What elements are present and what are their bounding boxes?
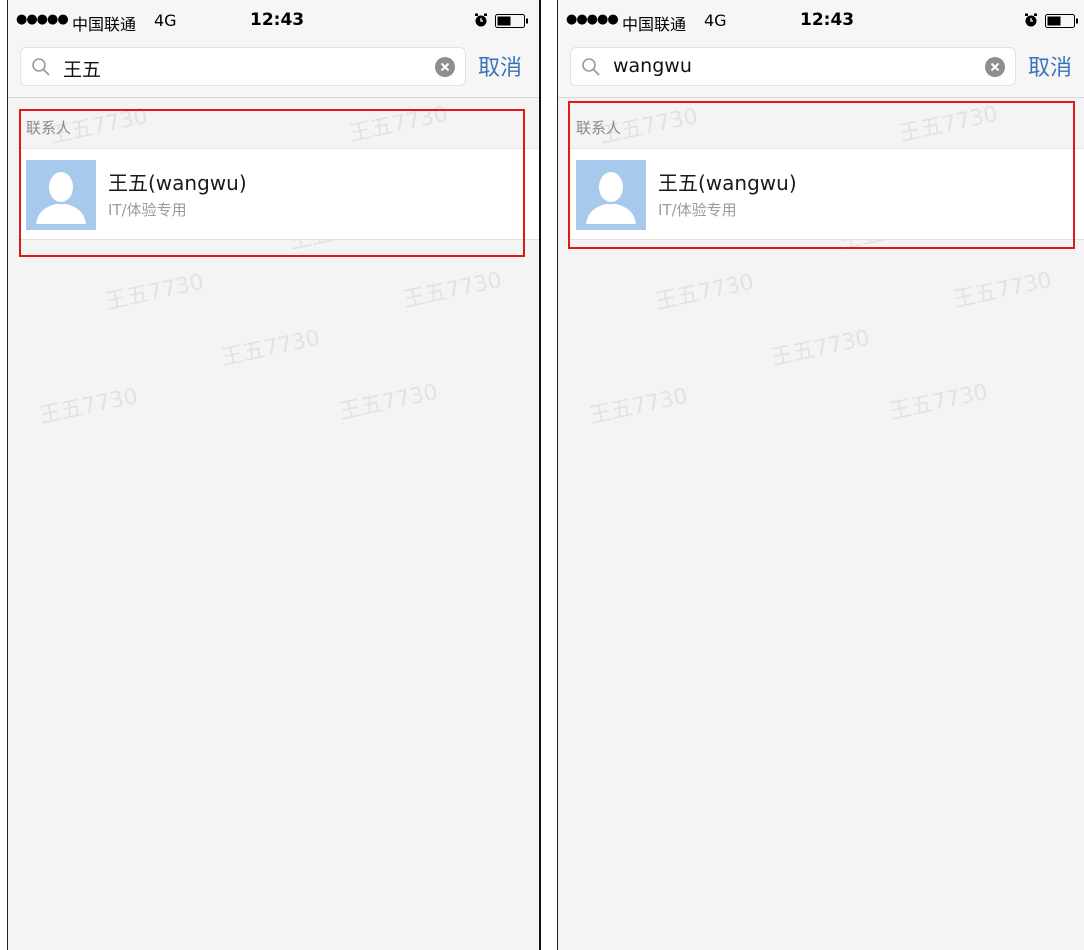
battery-icon [1045,14,1078,28]
network-type: 4G [154,11,177,30]
cancel-button[interactable]: 取消 [1028,50,1072,82]
watermark: 王五7730 [653,269,757,316]
contact-name: 王五(wangwu) [108,171,247,195]
search-input[interactable]: 王五 [20,47,466,86]
alarm-icon [1025,13,1037,27]
alarm-icon [475,13,487,27]
contact-department: IT/体验专用 [658,201,737,219]
watermark: 王五7730 [587,383,691,430]
contact-result-item[interactable]: 王五(wangwu) IT/体验专用 [568,148,1084,240]
contact-name: 王五(wangwu) [658,171,797,195]
avatar [26,160,96,230]
phone-screen-left: 王五7730 王五7730 王五7730 王五7730 王五7730 王五773… [7,0,541,950]
status-time: 12:43 [250,10,305,30]
header: ●●●●● 中国联通 4G 12:43 王五 取消 [8,0,539,98]
search-input[interactable]: wangwu [570,47,1016,86]
contact-result-item[interactable]: 王五(wangwu) IT/体验专用 [18,148,539,240]
watermark: 王五7730 [103,269,207,316]
watermark: 王五7730 [887,379,991,426]
avatar [576,160,646,230]
section-label-contacts: 联系人 [576,119,622,137]
contact-department: IT/体验专用 [108,201,187,219]
signal-strength: ●●●●● [16,12,69,27]
search-icon [32,58,50,76]
person-icon [586,172,636,224]
cancel-button[interactable]: 取消 [478,50,522,82]
search-icon [582,58,600,76]
watermark: 王五7730 [219,325,323,372]
watermark: 王五7730 [37,383,141,430]
battery-icon [495,14,528,28]
watermark: 王五7730 [769,325,873,372]
section-label-contacts: 联系人 [26,119,72,137]
clear-icon[interactable] [985,57,1005,77]
clear-icon[interactable] [435,57,455,77]
watermark: 王五7730 [951,267,1055,314]
status-bar: ●●●●● 中国联通 4G 12:43 [558,0,1084,42]
carrier-name: 中国联通 [622,15,687,34]
watermark: 王五7730 [347,101,451,148]
watermark: 王五7730 [401,267,505,314]
person-icon [36,172,86,224]
signal-strength: ●●●●● [566,12,619,27]
search-query: 王五 [63,59,102,81]
phone-screen-right: 王五7730 王五7730 王五7730 王五7730 王五7730 王五773… [557,0,1084,950]
network-type: 4G [704,11,727,30]
status-bar: ●●●●● 中国联通 4G 12:43 [8,0,539,42]
search-query: wangwu [613,55,692,77]
status-time: 12:43 [800,10,855,30]
header: ●●●●● 中国联通 4G 12:43 wangwu 取消 [558,0,1084,98]
carrier-name: 中国联通 [72,15,137,34]
watermark: 王五7730 [337,379,441,426]
watermark: 王五7730 [897,101,1001,148]
